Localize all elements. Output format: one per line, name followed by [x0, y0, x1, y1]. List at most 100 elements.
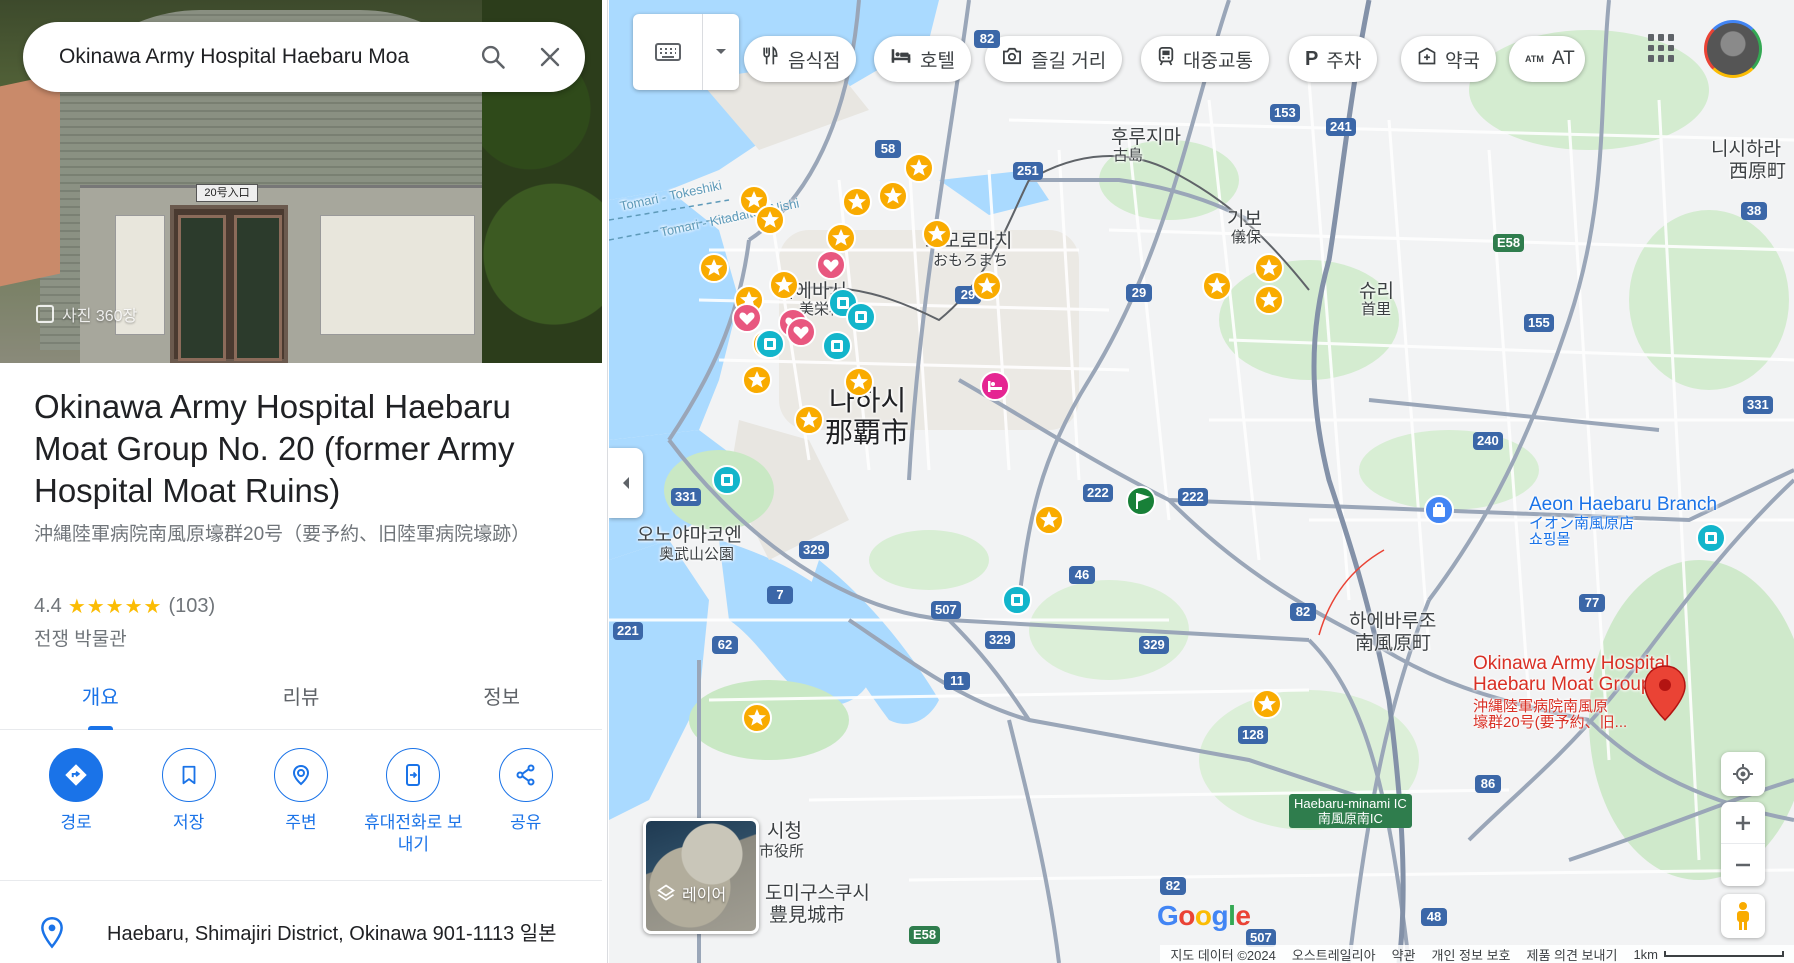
- place-panel: 20号入口 사진 360장 Okinawa Army Hospital Haeb…: [0, 0, 608, 963]
- poi-transit-icon[interactable]: [754, 328, 786, 365]
- label-aeon-type: 쇼핑몰: [1529, 531, 1571, 548]
- poi-star-icon[interactable]: [921, 218, 953, 255]
- photo-door-sign: 20号入口: [196, 184, 258, 202]
- label-place-line1[interactable]: Okinawa Army Hospital: [1473, 654, 1669, 674]
- footer-terms[interactable]: 약관: [1392, 945, 1416, 963]
- chip-atm[interactable]: ATM AT: [1509, 36, 1585, 82]
- poi-star-icon[interactable]: [1033, 504, 1065, 541]
- photo-count-label: 사진 360장: [62, 308, 138, 325]
- pegman-icon: [1737, 902, 1749, 930]
- label-shuri-ja: 首里: [1361, 301, 1392, 318]
- search-input[interactable]: [59, 45, 429, 69]
- road-shield: 331: [671, 488, 701, 506]
- poi-star-icon[interactable]: [698, 252, 730, 289]
- address-row[interactable]: Haebaru, Shimajiri District, Okinawa 901…: [0, 910, 602, 963]
- poi-star-icon[interactable]: [841, 186, 873, 223]
- search-icon[interactable]: [476, 40, 510, 74]
- poi-star-icon[interactable]: [843, 366, 875, 403]
- label-furujima[interactable]: 후루지마: [1111, 128, 1181, 148]
- street-view-button[interactable]: [1721, 894, 1765, 938]
- chevron-down-icon[interactable]: [703, 48, 739, 56]
- label-onoyama-ja: 奥武山公園: [659, 546, 735, 563]
- selected-place-pin[interactable]: [1643, 664, 1687, 727]
- keyboard-icon[interactable]: [633, 14, 703, 90]
- label-shuri[interactable]: 슈리: [1359, 282, 1394, 302]
- tab-about[interactable]: 정보: [401, 670, 602, 729]
- poi-transit-icon[interactable]: [711, 464, 743, 501]
- scale-label: 1km: [1633, 946, 1658, 962]
- poi-hotel-icon[interactable]: [979, 370, 1011, 407]
- save-button[interactable]: 저장: [137, 748, 241, 856]
- footer-feedback[interactable]: 제품 의견 보내기: [1526, 945, 1617, 963]
- apps-grid-icon[interactable]: [1648, 34, 1676, 62]
- collapse-panel-button[interactable]: [609, 448, 643, 518]
- poi-heart-icon[interactable]: [815, 249, 847, 286]
- layer-switcher[interactable]: 레이어: [643, 818, 759, 934]
- label-nishihara-ja: 西原町: [1729, 161, 1787, 182]
- chip-restaurants[interactable]: 음식점: [744, 36, 857, 82]
- label-onoyama[interactable]: 오노야마코엔: [637, 526, 742, 546]
- close-icon[interactable]: [533, 40, 567, 74]
- chip-parking[interactable]: P 주차: [1289, 36, 1378, 82]
- poi-star-icon[interactable]: [971, 270, 1003, 307]
- map-scale[interactable]: 1km: [1633, 947, 1784, 962]
- nearby-button[interactable]: 주변: [249, 748, 353, 856]
- google-logo: Google: [1157, 900, 1251, 931]
- chip-hotels-label: 호텔: [920, 50, 955, 72]
- road-shield: 221: [613, 622, 643, 640]
- chip-pharmacy[interactable]: 약국: [1401, 36, 1496, 82]
- poi-star-icon[interactable]: [793, 404, 825, 441]
- poi-star-icon[interactable]: [741, 702, 773, 739]
- interchange-name-ja: 南風原南IC: [1317, 811, 1383, 826]
- send-to-phone-button[interactable]: 휴대전화로 보내기: [361, 748, 465, 856]
- road-shield: 222: [1083, 484, 1113, 502]
- account-avatar[interactable]: [1704, 20, 1762, 78]
- poi-transit-icon[interactable]: [821, 330, 853, 367]
- chip-transit[interactable]: 대중교통: [1141, 36, 1269, 82]
- directions-button[interactable]: 경로: [24, 748, 128, 856]
- poi-star-icon[interactable]: [1201, 270, 1233, 307]
- poi-star-icon[interactable]: [741, 364, 773, 401]
- chip-things-to-do[interactable]: 즐길 거리: [985, 36, 1123, 82]
- zoom-out-button[interactable]: [1721, 844, 1765, 886]
- tab-reviews[interactable]: 리뷰: [201, 670, 402, 729]
- chip-hotels[interactable]: 호텔: [874, 36, 971, 82]
- poi-star-icon[interactable]: [1253, 284, 1285, 321]
- photo-icon: [36, 305, 54, 323]
- poi-flag-icon[interactable]: [1125, 485, 1157, 522]
- label-city-hall: 시청: [767, 821, 802, 842]
- road-shield: 82: [974, 30, 1000, 48]
- footer-privacy[interactable]: 개인 정보 보호: [1432, 945, 1511, 963]
- place-category[interactable]: 전쟁 박물관: [34, 624, 127, 651]
- chip-pharmacy-label: 약국: [1445, 50, 1480, 72]
- map-data-credit[interactable]: 지도 데이터 ©2024: [1170, 945, 1276, 963]
- label-aeon[interactable]: Aeon Haebaru Branch: [1529, 495, 1717, 515]
- map-canvas[interactable]: 음식점 호텔 즐길 거리 대중교통 P 주차 약국 ATM AT Tomari …: [609, 0, 1794, 963]
- label-place-ja2: 壕群20号(要予約、旧...: [1473, 714, 1628, 731]
- poi-transit-icon[interactable]: [1001, 584, 1033, 621]
- photo-count[interactable]: 사진 360장: [36, 302, 137, 326]
- scale-bar: [1664, 951, 1784, 957]
- plus-icon: [1736, 815, 1750, 830]
- zoom-in-button[interactable]: [1721, 802, 1765, 844]
- label-place-line2[interactable]: Haebaru Moat Group...: [1473, 675, 1667, 695]
- tab-overview[interactable]: 개요: [0, 670, 201, 730]
- send-to-phone-icon: [386, 748, 441, 802]
- footer-australia[interactable]: 오스트레일리아: [1292, 945, 1376, 963]
- my-location-button[interactable]: [1721, 752, 1765, 796]
- poi-transit-icon[interactable]: [1695, 522, 1727, 559]
- road-shield: E58: [909, 926, 941, 944]
- poi-shop-icon[interactable]: [1423, 494, 1455, 531]
- poi-star-icon[interactable]: [903, 152, 935, 189]
- directions-icon: [49, 748, 104, 802]
- rating-row[interactable]: 4.4 ★★★★★ (103): [34, 594, 215, 619]
- review-count[interactable]: (103): [168, 595, 215, 618]
- poi-star-icon[interactable]: [768, 269, 800, 306]
- place-subtitle: 沖縄陸軍病院南風原壕群20号（要予約、旧陸軍病院壕跡）: [34, 524, 531, 545]
- poi-heart-icon[interactable]: [785, 316, 817, 353]
- poi-star-icon[interactable]: [754, 204, 786, 241]
- map-base-layer: [609, 0, 1794, 963]
- share-button[interactable]: 공유: [474, 748, 578, 856]
- poi-star-icon[interactable]: [1251, 688, 1283, 725]
- label-gibo[interactable]: 기보: [1227, 210, 1262, 230]
